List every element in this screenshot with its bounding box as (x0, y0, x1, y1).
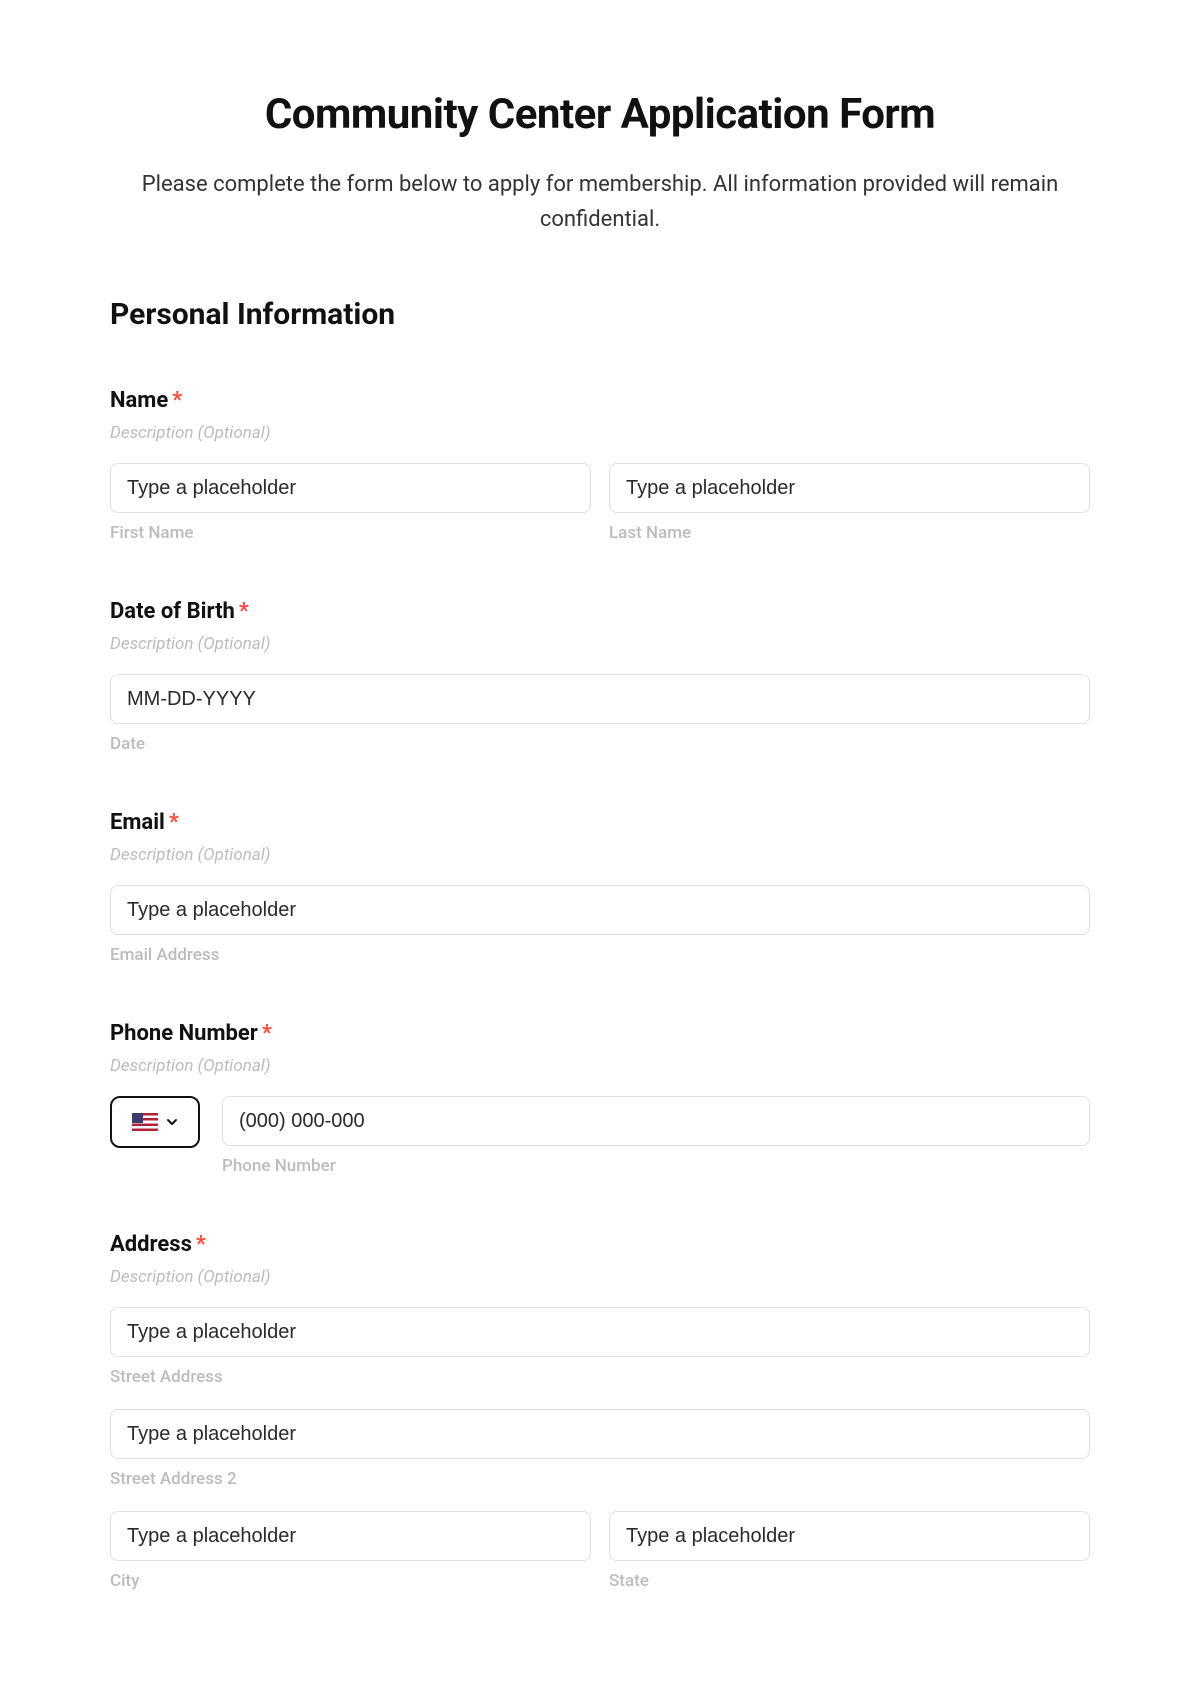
form-title: Community Center Application Form (110, 90, 1090, 139)
name-label: Name* (110, 388, 1090, 413)
required-star: * (172, 388, 182, 413)
email-label: Email* (110, 810, 1090, 835)
phone-input[interactable] (222, 1096, 1090, 1146)
email-description: Description (Optional) (110, 845, 1090, 865)
dob-input[interactable] (110, 674, 1090, 724)
required-star: * (239, 599, 249, 624)
name-label-text: Name (110, 388, 168, 413)
phone-label: Phone Number* (110, 1021, 1090, 1046)
dob-label-text: Date of Birth (110, 599, 235, 624)
required-star: * (262, 1021, 272, 1046)
field-dob: Date of Birth* Description (Optional) Da… (110, 599, 1090, 754)
first-name-input[interactable] (110, 463, 591, 513)
phone-sublabel: Phone Number (222, 1156, 1090, 1176)
field-name: Name* Description (Optional) First Name … (110, 388, 1090, 543)
street-address-input[interactable] (110, 1307, 1090, 1357)
state-sublabel: State (609, 1571, 1090, 1591)
street-address-2-sublabel: Street Address 2 (110, 1469, 1090, 1489)
street-address-2-input[interactable] (110, 1409, 1090, 1459)
last-name-input[interactable] (609, 463, 1090, 513)
required-star: * (169, 810, 179, 835)
us-flag-icon (132, 1113, 158, 1131)
required-star: * (196, 1232, 206, 1257)
last-name-sublabel: Last Name (609, 523, 1090, 543)
street-address-sublabel: Street Address (110, 1367, 1090, 1387)
state-input[interactable] (609, 1511, 1090, 1561)
dob-label: Date of Birth* (110, 599, 1090, 624)
dob-sublabel: Date (110, 734, 1090, 754)
chevron-down-icon (166, 1116, 178, 1128)
field-address: Address* Description (Optional) Street A… (110, 1232, 1090, 1591)
country-code-selector[interactable] (110, 1096, 200, 1148)
name-description: Description (Optional) (110, 423, 1090, 443)
section-personal-information: Personal Information (110, 297, 1090, 332)
address-label: Address* (110, 1232, 1090, 1257)
field-email: Email* Description (Optional) Email Addr… (110, 810, 1090, 965)
email-label-text: Email (110, 810, 165, 835)
phone-label-text: Phone Number (110, 1021, 258, 1046)
email-input[interactable] (110, 885, 1090, 935)
phone-description: Description (Optional) (110, 1056, 1090, 1076)
city-sublabel: City (110, 1571, 591, 1591)
address-label-text: Address (110, 1232, 192, 1257)
city-input[interactable] (110, 1511, 591, 1561)
first-name-sublabel: First Name (110, 523, 591, 543)
form-subtitle: Please complete the form below to apply … (110, 167, 1090, 237)
address-description: Description (Optional) (110, 1267, 1090, 1287)
email-sublabel: Email Address (110, 945, 1090, 965)
field-phone: Phone Number* Description (Optional) Pho… (110, 1021, 1090, 1176)
dob-description: Description (Optional) (110, 634, 1090, 654)
